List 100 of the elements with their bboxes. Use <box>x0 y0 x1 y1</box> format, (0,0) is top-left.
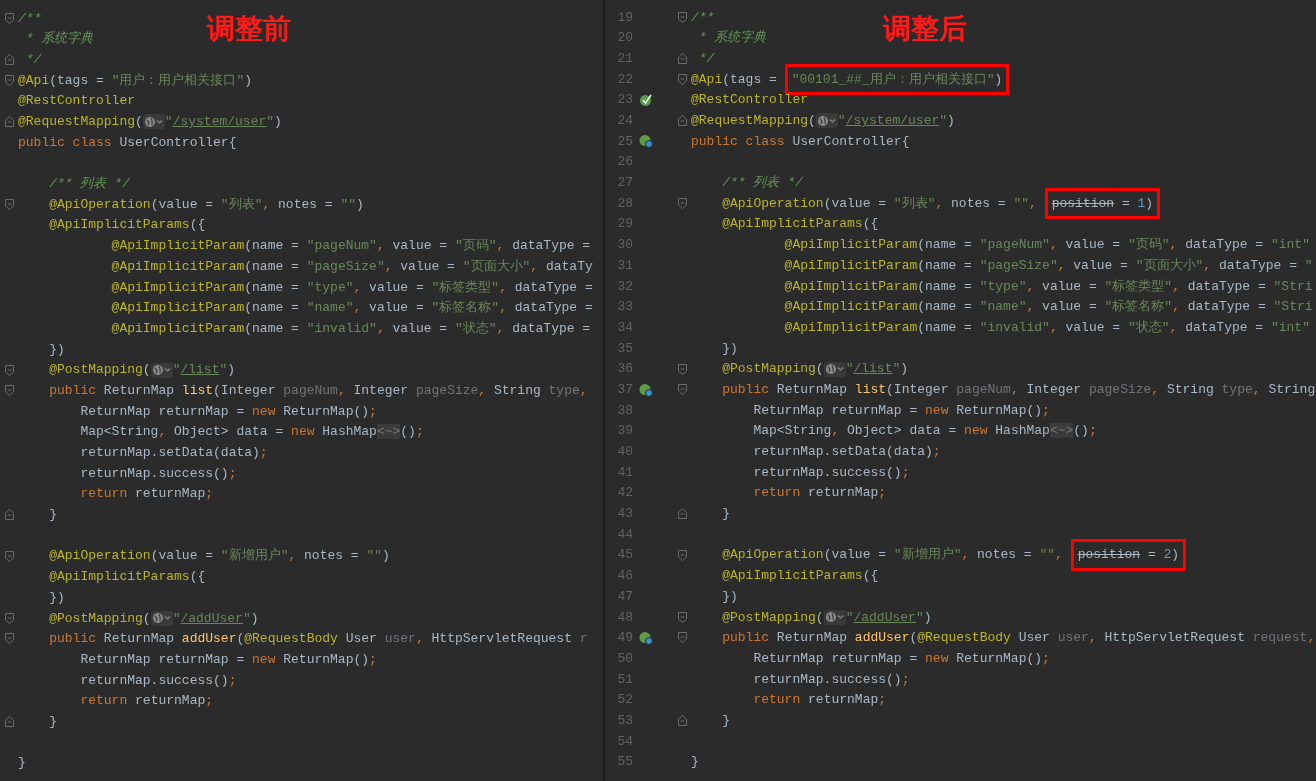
code-text: @ApiOperation(value = "新增用户", notes = "", <box>721 546 1064 565</box>
code-text: @RequestMapping( <box>18 113 143 132</box>
code-text: Map<String, Object> data = new HashMap<~>(); <box>752 422 1097 441</box>
code-text: returnMap.setData(data); <box>752 443 941 462</box>
globe-icon[interactable] <box>823 361 846 377</box>
fold-icon[interactable] <box>676 548 688 562</box>
code-text: @ApiImplicitParams({ <box>721 215 879 234</box>
code-text: "/list") <box>845 360 909 379</box>
line-number: 34 <box>616 318 633 337</box>
fold-icon[interactable] <box>3 384 15 398</box>
fold-icon[interactable] <box>676 631 688 645</box>
caption-text: 调整前 <box>207 12 291 46</box>
fold-icon[interactable] <box>3 53 15 67</box>
code-text: } <box>691 753 699 772</box>
line-number: 47 <box>616 587 633 606</box>
code-text: }) <box>48 340 65 359</box>
code-text: @ApiImplicitParam(name = "pageSize", value = "页面大小", dataType = " <box>783 256 1313 275</box>
line-number: 23 <box>616 91 633 110</box>
globe-icon[interactable] <box>150 362 173 378</box>
code-text: "/system/user") <box>164 113 282 132</box>
code-text: return returnMap; <box>752 484 887 503</box>
fold-icon[interactable] <box>3 115 15 129</box>
code-text: } <box>48 506 57 525</box>
code-text: ReturnMap returnMap = new ReturnMap(); <box>79 402 377 421</box>
code-text: "/list") <box>172 361 236 380</box>
code-text: @ApiImplicitParams({ <box>721 567 879 586</box>
code-text: "/system/user") <box>837 112 955 131</box>
line-number: 26 <box>616 153 633 172</box>
globe-icon[interactable] <box>815 113 838 129</box>
code-text: @ApiImplicitParam(name = "pageSize", value = "页面大小", dataTy <box>110 257 593 276</box>
line-number: 39 <box>616 422 633 441</box>
fold-icon[interactable] <box>676 610 688 624</box>
fold-icon[interactable] <box>3 715 15 729</box>
fold-icon[interactable] <box>676 714 688 728</box>
code-text: returnMap.setData(data); <box>79 444 268 463</box>
line-number: 30 <box>616 236 633 255</box>
globe-icon[interactable] <box>150 610 173 626</box>
fold-icon[interactable] <box>3 549 15 563</box>
badge-dot-icon[interactable] <box>639 382 653 397</box>
code-text: } <box>721 505 730 524</box>
code-text: @ApiOperation(value = "列表", notes = "") <box>48 195 364 214</box>
code-text: */ <box>697 49 715 68</box>
code-text: return returnMap; <box>79 485 214 504</box>
code-text: public ReturnMap addUser(@RequestBody User user, HttpServletRequest request, <box>721 629 1316 648</box>
fold-icon[interactable] <box>676 52 688 66</box>
badge-dot-icon[interactable] <box>639 630 653 645</box>
code-text: returnMap.success(); <box>79 671 237 690</box>
code-text: @ApiImplicitParam(name = "pageNum", value = "页码", dataType = "int" <box>783 236 1310 255</box>
line-number: 48 <box>616 608 633 627</box>
code-text: @PostMapping( <box>721 360 824 379</box>
line-number: 44 <box>616 525 633 544</box>
line-number: 43 <box>616 505 633 524</box>
code-text: @PostMapping( <box>48 609 151 628</box>
line-number: 51 <box>616 670 633 689</box>
fold-icon[interactable] <box>676 197 688 211</box>
code-text: public ReturnMap list(Integer pageNum, Integer pageSize, String type, String <box>721 380 1316 399</box>
line-number: 36 <box>616 360 633 379</box>
code-text: }) <box>721 339 738 358</box>
code-text: @ApiImplicitParam(name = "name", value = "标签名称", dataType = "Stri <box>783 298 1313 317</box>
globe-icon[interactable] <box>142 114 165 130</box>
check-badge-icon[interactable] <box>639 93 653 108</box>
code-text: @ApiOperation(value = "新增用户", notes = "") <box>48 547 390 566</box>
line-number: 33 <box>616 298 633 317</box>
fold-icon[interactable] <box>3 632 15 646</box>
fold-icon[interactable] <box>676 507 688 521</box>
code-text: ReturnMap returnMap = new ReturnMap(); <box>752 401 1050 420</box>
code-text: @Api(tags = <box>691 70 778 89</box>
line-number: 53 <box>616 711 633 730</box>
code-text: returnMap.success(); <box>752 463 910 482</box>
line-number: 38 <box>616 401 633 420</box>
fold-icon[interactable] <box>676 114 688 128</box>
line-number: 55 <box>616 753 633 772</box>
code-text: returnMap.success(); <box>79 464 237 483</box>
fold-icon[interactable] <box>676 72 688 86</box>
fold-icon[interactable] <box>3 508 15 522</box>
line-number: 29 <box>616 215 633 234</box>
line-number: 31 <box>616 256 633 275</box>
code-text: "/addUser") <box>845 608 932 627</box>
fold-icon[interactable] <box>676 383 688 397</box>
code-text: public class UserController{ <box>691 132 910 151</box>
code-text: @ApiImplicitParam(name = "type", value = "标签类型", dataType = <box>110 278 593 297</box>
line-number: 40 <box>616 443 633 462</box>
fold-icon[interactable] <box>676 10 688 24</box>
code-text: @ApiImplicitParam(name = "type", value = "标签类型", dataType = "Stri <box>783 277 1313 296</box>
code-text: ReturnMap returnMap = new ReturnMap(); <box>752 649 1050 668</box>
code-text: returnMap.success(); <box>752 670 910 689</box>
fold-icon[interactable] <box>3 11 15 25</box>
line-number: 32 <box>616 277 633 296</box>
line-number: 41 <box>616 463 633 482</box>
code-text: } <box>18 754 26 773</box>
code-text: public ReturnMap list(Integer pageNum, Integer pageSize, String type, <box>48 381 588 400</box>
code-text: } <box>48 712 57 731</box>
fold-icon[interactable] <box>3 363 15 377</box>
fold-icon[interactable] <box>3 73 15 87</box>
fold-icon[interactable] <box>3 198 15 212</box>
highlight-box: position = 2) <box>1070 539 1187 571</box>
fold-icon[interactable] <box>3 611 15 625</box>
globe-icon[interactable] <box>823 609 846 625</box>
badge-dot-icon[interactable] <box>639 134 653 149</box>
fold-icon[interactable] <box>676 362 688 376</box>
